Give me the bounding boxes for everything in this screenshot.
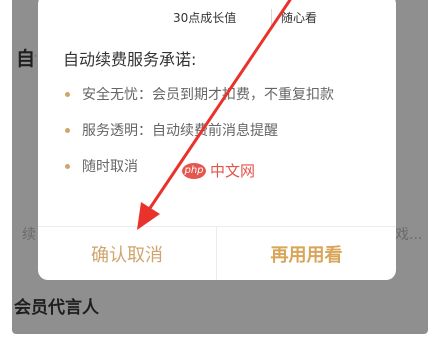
annotation-arrow-icon [137,0,292,230]
